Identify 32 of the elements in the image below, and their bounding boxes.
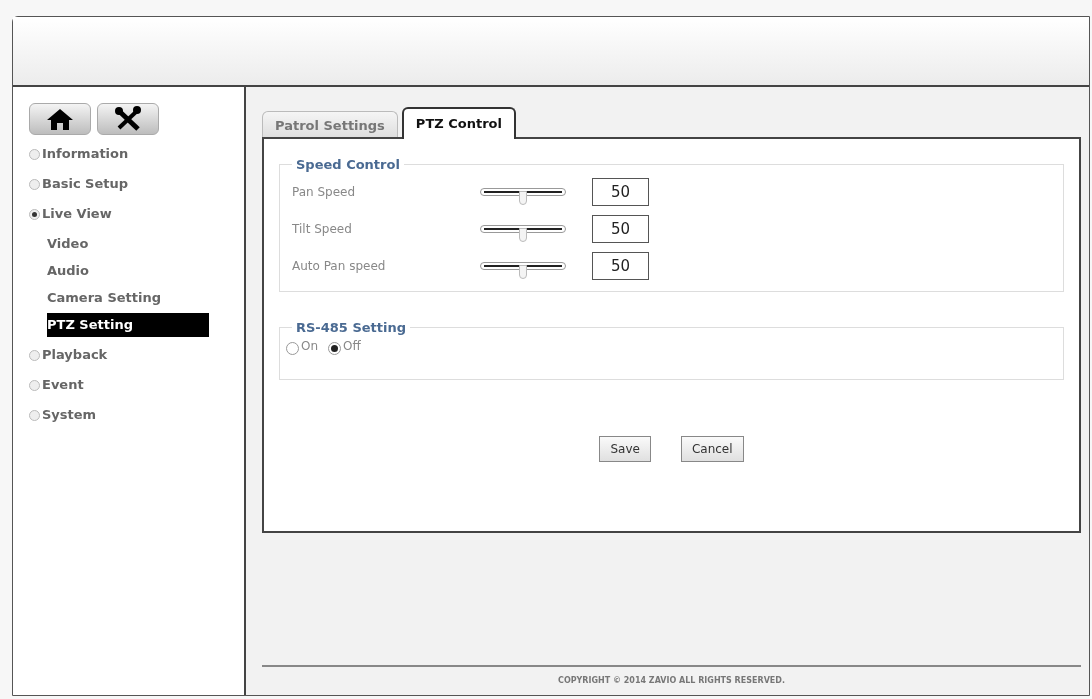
menu-item[interactable]: Playback bbox=[29, 340, 244, 370]
number-field[interactable]: 50 bbox=[592, 214, 649, 243]
field-label: Tilt Speed bbox=[292, 220, 353, 238]
slider-thumb[interactable] bbox=[519, 264, 527, 279]
copyright-text: COPYRIGHT © 2014 ZAVIO ALL RIGHTS RESERVED. bbox=[558, 675, 785, 687]
home-button[interactable] bbox=[29, 103, 91, 135]
form-button[interactable]: Cancel bbox=[680, 436, 744, 462]
slider-thumb[interactable] bbox=[519, 190, 527, 205]
field-label: Pan Speed bbox=[292, 183, 357, 201]
menu-item[interactable]: Event bbox=[29, 370, 244, 400]
menu-item[interactable]: Basic Setup bbox=[29, 169, 244, 199]
home-icon bbox=[46, 107, 74, 131]
submenu-item[interactable]: PTZ Setting bbox=[47, 313, 209, 337]
group-title: RS-485 Setting bbox=[295, 318, 408, 337]
tab[interactable]: Patrol Settings bbox=[262, 111, 398, 139]
menu-item[interactable]: Information bbox=[29, 139, 244, 169]
submenu-item[interactable]: Audio bbox=[47, 259, 209, 283]
menu-item[interactable]: System bbox=[29, 400, 244, 430]
submenu-item[interactable]: Camera Setting bbox=[47, 286, 209, 310]
number-field[interactable]: 50 bbox=[592, 177, 649, 206]
number-field[interactable]: 50 bbox=[592, 251, 649, 280]
settings-button[interactable] bbox=[97, 103, 159, 135]
form-button[interactable]: Save bbox=[599, 436, 651, 462]
field-label: Auto Pan speed bbox=[292, 257, 387, 275]
slider-thumb[interactable] bbox=[519, 227, 527, 242]
radio-option[interactable]: Off bbox=[328, 337, 361, 355]
menu-item[interactable]: Live View bbox=[29, 199, 244, 229]
tools-icon bbox=[114, 106, 142, 132]
submenu-item[interactable]: Video bbox=[47, 232, 209, 256]
group-title: Speed Control bbox=[295, 156, 401, 174]
radio-option[interactable]: On bbox=[286, 337, 319, 355]
tab[interactable]: PTZ Control bbox=[401, 107, 516, 139]
